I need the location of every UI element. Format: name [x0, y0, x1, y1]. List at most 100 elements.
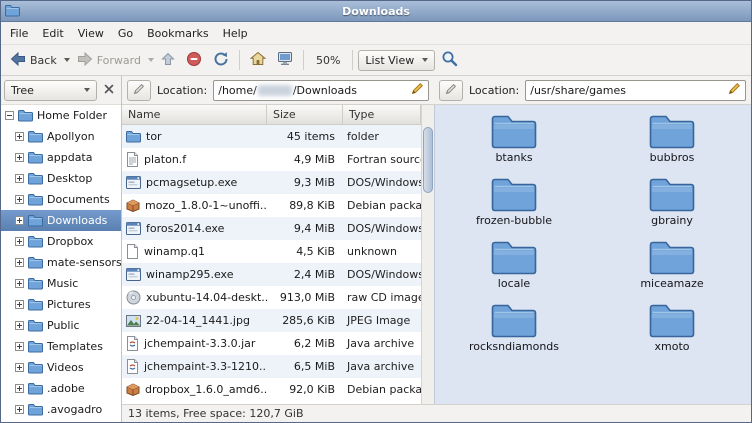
- menu-edit[interactable]: Edit: [35, 24, 70, 43]
- view-mode-select[interactable]: List View: [358, 50, 435, 71]
- file-row[interactable]: pcmagsetup.exe9,3 MiBDOS/Windows ex...: [122, 171, 421, 194]
- menu-bookmarks[interactable]: Bookmarks: [140, 24, 215, 43]
- expander-closed-icon[interactable]: [15, 258, 24, 267]
- title-bar[interactable]: Downloads: [1, 1, 751, 22]
- file-name: platon.f: [144, 153, 186, 166]
- sidebar-item--avogadro[interactable]: .avogadro: [1, 399, 121, 420]
- folder-item-rocksndiamonds[interactable]: rocksndiamonds: [454, 302, 574, 353]
- file-name: tor: [146, 130, 162, 143]
- forward-button[interactable]: Forward: [72, 49, 146, 72]
- file-row[interactable]: winamp295.exe2,4 MiBDOS/Windows ex...: [122, 263, 421, 286]
- menu-view[interactable]: View: [71, 24, 111, 43]
- folder-item-gbrainy[interactable]: gbrainy: [612, 176, 732, 227]
- file-row[interactable]: foros2014.exe9,4 MiBDOS/Windows ex...: [122, 217, 421, 240]
- sidebar-item--adobe[interactable]: .adobe: [1, 378, 121, 399]
- toolbar-separator: [352, 50, 353, 70]
- sidebar-item-documents[interactable]: Documents: [1, 189, 121, 210]
- expander-closed-icon[interactable]: [15, 342, 24, 351]
- expander-closed-icon[interactable]: [15, 132, 24, 141]
- file-row[interactable]: winamp.q14,5 KiBunknown: [122, 240, 421, 263]
- folder-icon: [28, 340, 43, 353]
- file-row[interactable]: mozo_1.8.0-1~unoffi...89,8 KiBDebian pac…: [122, 194, 421, 217]
- stop-button[interactable]: [181, 48, 207, 73]
- sidebar-item-apollyon[interactable]: Apollyon: [1, 126, 121, 147]
- chevron-down-icon: [64, 58, 70, 62]
- folder-icon: [126, 130, 141, 143]
- folder-item-btanks[interactable]: btanks: [454, 113, 574, 164]
- forward-label: Forward: [97, 54, 141, 67]
- toggle-location-entry-button-right[interactable]: [439, 80, 463, 101]
- folder-item-locale[interactable]: locale: [454, 239, 574, 290]
- sidebar-item-desktop[interactable]: Desktop: [1, 168, 121, 189]
- expander-closed-icon[interactable]: [15, 321, 24, 330]
- main-area: Location: /home//Downloads Location: /us…: [122, 76, 751, 422]
- expander-closed-icon[interactable]: [15, 384, 24, 393]
- forward-history-dropdown[interactable]: [147, 55, 155, 65]
- up-icon: [161, 52, 175, 69]
- location-input-right[interactable]: /usr/share/games: [525, 80, 746, 101]
- column-header-size[interactable]: Size: [267, 105, 343, 125]
- computer-button[interactable]: [272, 48, 298, 72]
- expander-closed-icon[interactable]: [15, 279, 24, 288]
- expander-closed-icon[interactable]: [15, 216, 24, 225]
- expander-closed-icon[interactable]: [15, 363, 24, 372]
- file-row[interactable]: jchempaint-3.3.0.jar6,2 MiBJava archive: [122, 332, 421, 355]
- menu-help[interactable]: Help: [216, 24, 255, 43]
- location-input-left[interactable]: /home//Downloads: [213, 80, 429, 101]
- file-list-scrollbar[interactable]: [421, 105, 434, 404]
- sidebar-item-home-folder[interactable]: Home Folder: [1, 105, 121, 126]
- file-type: Fortran source co...: [343, 153, 421, 166]
- file-size: 92,0 KiB: [267, 383, 343, 396]
- menu-go[interactable]: Go: [111, 24, 140, 43]
- file-row[interactable]: tor45 itemsfolder: [122, 125, 421, 148]
- file-row[interactable]: dropbox_1.6.0_amd6...92,0 KiBDebian pack…: [122, 378, 421, 401]
- reload-button[interactable]: [208, 48, 234, 73]
- file-row[interactable]: xubuntu-14.04-deskt...913,0 MiBraw CD im…: [122, 286, 421, 309]
- up-button[interactable]: [156, 49, 180, 72]
- folder-icon: [28, 235, 43, 248]
- home-icon: [250, 51, 266, 69]
- expander-closed-icon[interactable]: [15, 195, 24, 204]
- expander-open-icon[interactable]: [5, 111, 14, 120]
- sidebar-mode-select[interactable]: Tree: [4, 80, 97, 101]
- folder-icon: [28, 382, 43, 395]
- file-row[interactable]: platon.f4,9 MiBFortran source co...: [122, 148, 421, 171]
- toggle-location-entry-button-left[interactable]: [127, 80, 151, 101]
- expander-closed-icon[interactable]: [15, 300, 24, 309]
- expander-closed-icon[interactable]: [15, 237, 24, 246]
- sidebar-item-downloads[interactable]: Downloads: [1, 210, 121, 231]
- exe-icon: [126, 268, 141, 281]
- folder-item-miceamaze[interactable]: miceamaze: [612, 239, 732, 290]
- home-button[interactable]: [245, 48, 271, 72]
- sidebar-item-pictures[interactable]: Pictures: [1, 294, 121, 315]
- expander-closed-icon[interactable]: [15, 153, 24, 162]
- zoom-level[interactable]: 50%: [309, 54, 347, 67]
- folder-item-frozen-bubble[interactable]: frozen-bubble: [454, 176, 574, 227]
- sidebar-item-appdata[interactable]: appdata: [1, 147, 121, 168]
- sidebar-item-label: Desktop: [47, 172, 92, 185]
- file-row[interactable]: jchempaint-3.3-1210...6,5 MiBJava archiv…: [122, 355, 421, 378]
- column-header-type[interactable]: Type: [343, 105, 421, 125]
- sidebar-item-mate-sensors-[interactable]: mate-sensors-: [1, 252, 121, 273]
- back-history-dropdown[interactable]: [63, 55, 71, 65]
- file-name: 22-04-14_1441.jpg: [146, 314, 250, 327]
- sidebar-item-dropbox[interactable]: Dropbox: [1, 231, 121, 252]
- file-row[interactable]: 22-04-14_1441.jpg285,6 KiBJPEG Image: [122, 309, 421, 332]
- sidebar-item-music[interactable]: Music: [1, 273, 121, 294]
- folder-item-bubbros[interactable]: bubbros: [612, 113, 732, 164]
- folder-label: miceamaze: [640, 277, 703, 290]
- expander-closed-icon[interactable]: [15, 174, 24, 183]
- sidebar-close-button[interactable]: [100, 81, 118, 99]
- sidebar-item-videos[interactable]: Videos: [1, 357, 121, 378]
- folder-item-xmoto[interactable]: xmoto: [612, 302, 732, 353]
- back-button[interactable]: Back: [5, 49, 62, 72]
- sidebar-item-public[interactable]: Public: [1, 315, 121, 336]
- search-button[interactable]: [436, 47, 463, 73]
- expander-closed-icon[interactable]: [15, 405, 24, 414]
- scrollbar-thumb[interactable]: [423, 127, 433, 193]
- column-header-name[interactable]: Name: [122, 105, 267, 125]
- menu-file[interactable]: File: [3, 24, 35, 43]
- exe-icon: [126, 176, 141, 189]
- file-size: 285,6 KiB: [267, 314, 343, 327]
- sidebar-item-templates[interactable]: Templates: [1, 336, 121, 357]
